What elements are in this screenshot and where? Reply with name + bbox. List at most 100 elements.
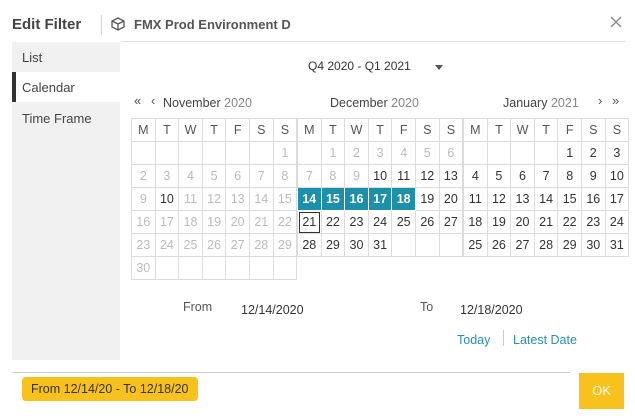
calendar-november: M T W T F S S 1 2 3 4 5 6 7 8 9 10 11 12 13 14 15 16 17 18 19 20 21… <box>131 118 298 280</box>
calendar-day[interactable]: 29 <box>557 233 582 257</box>
calendar-day: 22 <box>272 210 298 234</box>
calendar-day[interactable]: 7 <box>533 164 559 188</box>
prev-month-icon[interactable]: ‹ <box>151 94 155 108</box>
dialog-header: Edit Filter FMX Prod Environment D <box>0 0 635 44</box>
calendar-day[interactable]: 11 <box>391 164 416 188</box>
calendar-week-row: 123456 <box>297 141 464 165</box>
calendar-day: 18 <box>178 210 203 234</box>
calendar-day-empty <box>178 256 203 280</box>
sidebar-item-list[interactable]: List <box>12 42 120 72</box>
calendar-day[interactable]: 22 <box>557 210 582 234</box>
calendar-day[interactable]: 27 <box>438 210 464 234</box>
calendar-day[interactable]: 20 <box>510 210 535 234</box>
calendar-day[interactable]: 23 <box>580 210 606 234</box>
weekday-header-row: MTWTFSS <box>463 118 630 142</box>
sidebar-item-time-frame[interactable]: Time Frame <box>12 103 120 133</box>
calendar-day[interactable]: 25 <box>463 233 488 257</box>
calendar-day[interactable]: 29 <box>320 233 346 257</box>
calendar-day[interactable]: 4 <box>463 164 488 188</box>
footer-rule <box>12 372 570 373</box>
calendar-day: 6 <box>438 141 464 165</box>
calendar-day[interactable]: 25 <box>391 210 416 234</box>
calendar-day[interactable]: 19 <box>486 210 512 234</box>
calendar-day[interactable]: 31 <box>367 233 393 257</box>
calendar-day-today[interactable]: 21 <box>297 210 322 234</box>
calendar-day[interactable]: 16 <box>580 187 606 211</box>
calendar-day-selected[interactable]: 17 <box>367 187 393 211</box>
calendar-day-empty <box>248 141 274 165</box>
calendar-week-row: 18 19 20 21 22 23 24 <box>463 210 630 234</box>
calendar-day[interactable]: 15 <box>557 187 582 211</box>
calendar-day[interactable]: 21 <box>533 210 559 234</box>
calendar-day[interactable]: 13 <box>438 164 464 188</box>
calendar-day[interactable]: 17 <box>604 187 630 211</box>
calendar-day[interactable]: 19 <box>414 187 440 211</box>
calendar-day[interactable]: 26 <box>414 210 440 234</box>
calendar-day[interactable]: 9 <box>580 164 606 188</box>
calendar-day: 8 <box>272 164 298 188</box>
calendar-day-selected[interactable]: 16 <box>344 187 369 211</box>
calendar-day[interactable]: 6 <box>510 164 535 188</box>
weekday-label: T <box>367 118 393 142</box>
latest-date-link[interactable]: Latest Date <box>513 333 577 347</box>
calendar-day: 8 <box>320 164 346 188</box>
calendar-day[interactable]: 24 <box>604 210 630 234</box>
calendar-day: 2 <box>131 164 156 188</box>
calendar-day[interactable]: 3 <box>604 141 630 165</box>
close-icon[interactable] <box>606 12 626 32</box>
weekday-label: T <box>320 118 346 142</box>
calendar-day-selected[interactable]: 15 <box>320 187 346 211</box>
calendar-day[interactable]: 23 <box>344 210 369 234</box>
weekday-label: W <box>344 118 369 142</box>
next-month-icon[interactable]: › <box>598 94 602 108</box>
calendar-day[interactable]: 26 <box>486 233 512 257</box>
to-date-field[interactable]: 12/18/2020 <box>460 303 523 317</box>
calendar-day: 19 <box>201 210 227 234</box>
calendar-day: 30 <box>131 256 156 280</box>
calendar-day[interactable]: 24 <box>367 210 393 234</box>
calendar-day[interactable]: 31 <box>604 233 630 257</box>
calendar-day[interactable]: 1 <box>557 141 582 165</box>
calendar-day[interactable]: 14 <box>533 187 559 211</box>
calendar-week-row: 30 <box>131 256 298 280</box>
calendar-day[interactable]: 22 <box>320 210 346 234</box>
calendar-january: M T W T F S S 1 2 3 4 5 6 7 8 9 10 11 12 13 14 15 16 17 18 19 20 21… <box>463 118 630 257</box>
calendar-day: 11 <box>178 187 203 211</box>
quarter-range-select[interactable]: Q4 2020 - Q1 2021 <box>308 59 458 79</box>
ok-button[interactable]: OK <box>579 373 624 409</box>
calendar-day[interactable]: 13 <box>510 187 535 211</box>
calendar-day[interactable]: 5 <box>486 164 512 188</box>
calendar-day-selected[interactable]: 14 <box>297 187 322 211</box>
prev-year-icon[interactable]: « <box>134 94 141 108</box>
calendar-week-row: 11 12 13 14 15 16 17 <box>463 187 630 211</box>
calendar-day: 17 <box>154 210 180 234</box>
calendar-day[interactable]: 2 <box>580 141 606 165</box>
calendar-day[interactable]: 27 <box>510 233 535 257</box>
calendar-day[interactable]: 12 <box>414 164 440 188</box>
calendar-day[interactable]: 18 <box>463 210 488 234</box>
calendar-day-empty <box>297 141 322 165</box>
today-link[interactable]: Today <box>457 333 490 347</box>
calendar-day[interactable]: 10 <box>154 187 180 211</box>
calendar-day[interactable]: 10 <box>367 164 393 188</box>
calendar-day: 9 <box>131 187 156 211</box>
calendar-day[interactable]: 8 <box>557 164 582 188</box>
calendar-day[interactable]: 28 <box>297 233 322 257</box>
from-date-field[interactable]: 12/14/2020 <box>241 303 304 317</box>
sidebar-item-label: Calendar <box>22 80 75 95</box>
calendar-day: 4 <box>391 141 416 165</box>
calendar-day[interactable]: 28 <box>533 233 559 257</box>
month-name: November <box>163 96 221 110</box>
calendar-day[interactable]: 12 <box>486 187 512 211</box>
calendar-day[interactable]: 10 <box>604 164 630 188</box>
sidebar-item-calendar[interactable]: Calendar <box>12 72 120 102</box>
calendar-day: 21 <box>248 210 274 234</box>
next-year-icon[interactable]: » <box>612 94 619 108</box>
calendar-day-empty <box>486 141 512 165</box>
calendar-day[interactable]: 30 <box>580 233 606 257</box>
calendar-day[interactable]: 20 <box>438 187 464 211</box>
calendar-day-empty <box>131 141 156 165</box>
calendar-day[interactable]: 30 <box>344 233 369 257</box>
calendar-day-selected[interactable]: 18 <box>391 187 416 211</box>
calendar-day[interactable]: 11 <box>463 187 488 211</box>
